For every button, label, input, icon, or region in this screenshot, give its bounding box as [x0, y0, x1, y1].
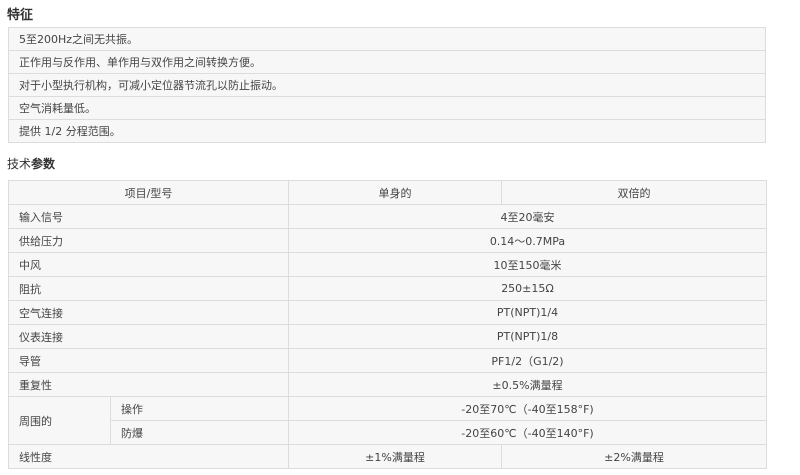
- table-row: 阻抗 250±15Ω: [8, 276, 767, 301]
- table-header-row: 项目/型号 单身的 双倍的: [8, 180, 767, 205]
- operate-value: -20至70℃（-40至158°F): [288, 396, 767, 421]
- row-label: 重复性: [8, 372, 289, 397]
- features-table: 5至200Hz之间无共振。 正作用与反作用、单作用与双作用之间转换方便。 对于小…: [8, 27, 766, 143]
- row-label: 空气连接: [8, 300, 289, 325]
- table-row: 周围的 操作 -20至70℃（-40至158°F): [8, 396, 767, 445]
- linearity-single: ±1%满量程: [288, 444, 502, 469]
- table-row: 空气连接 PT(NPT)1/4: [8, 300, 767, 325]
- table-row: 5至200Hz之间无共振。: [8, 27, 766, 51]
- table-row: 导管 PF1/2（G1/2): [8, 348, 767, 373]
- table-row: 供给压力 0.14～0.7MPa: [8, 228, 767, 253]
- header-single: 单身的: [288, 180, 502, 205]
- params-heading: 技术参数: [7, 155, 55, 172]
- explosion-label: 防爆: [110, 420, 289, 445]
- row-value: PT(NPT)1/8: [288, 324, 767, 349]
- ambient-label: 周围的: [8, 396, 111, 445]
- row-label: 输入信号: [8, 204, 289, 229]
- table-row: 正作用与反作用、单作用与双作用之间转换方便。: [8, 50, 766, 74]
- row-label: 中风: [8, 252, 289, 277]
- table-row: 提供 1/2 分程范围。: [8, 119, 766, 143]
- row-label: 阻抗: [8, 276, 289, 301]
- feature-item: 空气消耗量低。: [8, 96, 766, 120]
- params-table: 项目/型号 单身的 双倍的 输入信号 4至20毫安 供给压力 0.14～0.7M…: [8, 180, 767, 469]
- params-heading-bold: 参数: [31, 157, 56, 171]
- row-value: 10至150毫米: [288, 252, 767, 277]
- features-heading: 特征: [7, 8, 34, 23]
- table-row: 对于小型执行机构，可减小定位器节流孔以防止振动。: [8, 73, 766, 97]
- row-value: ±0.5%满量程: [288, 372, 767, 397]
- params-heading-prefix: 技术: [7, 157, 32, 171]
- table-row: 中风 10至150毫米: [8, 252, 767, 277]
- linearity-label: 线性度: [8, 444, 289, 469]
- row-value: PF1/2（G1/2): [288, 348, 767, 373]
- row-value: 250±15Ω: [288, 276, 767, 301]
- table-row: 重复性 ±0.5%满量程: [8, 372, 767, 397]
- feature-item: 对于小型执行机构，可减小定位器节流孔以防止振动。: [8, 73, 766, 97]
- table-row: 防爆 -20至60℃（-40至140°F): [9, 420, 767, 445]
- explosion-value: -20至60℃（-40至140°F): [288, 420, 767, 445]
- row-value: 4至20毫安: [288, 204, 767, 229]
- row-label: 仪表连接: [8, 324, 289, 349]
- feature-item: 5至200Hz之间无共振。: [8, 27, 766, 51]
- header-item: 项目/型号: [8, 180, 289, 205]
- table-row: 输入信号 4至20毫安: [8, 204, 767, 229]
- row-label: 导管: [8, 348, 289, 373]
- header-double: 双倍的: [501, 180, 767, 205]
- row-value: PT(NPT)1/4: [288, 300, 767, 325]
- table-row: 线性度 ±1%满量程 ±2%满量程: [8, 444, 767, 469]
- table-row: 仪表连接 PT(NPT)1/8: [8, 324, 767, 349]
- feature-item: 提供 1/2 分程范围。: [8, 119, 766, 143]
- linearity-double: ±2%满量程: [501, 444, 767, 469]
- row-value: 0.14～0.7MPa: [288, 228, 767, 253]
- operate-label: 操作: [110, 396, 289, 421]
- row-label: 供给压力: [8, 228, 289, 253]
- table-row: 空气消耗量低。: [8, 96, 766, 120]
- feature-item: 正作用与反作用、单作用与双作用之间转换方便。: [8, 50, 766, 74]
